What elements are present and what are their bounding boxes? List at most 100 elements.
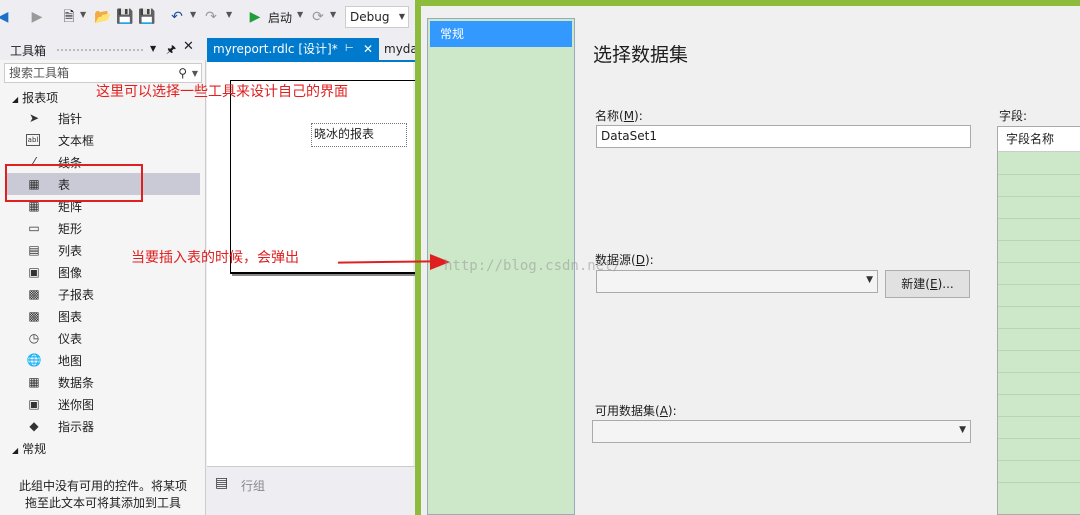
group-general[interactable]: ◢ 常规 (12, 440, 46, 457)
tool-item-pointer[interactable]: ➤ 指针 (6, 107, 200, 129)
start-button-label[interactable]: 启动 (268, 9, 292, 26)
gauge-icon: ◷ (28, 331, 40, 345)
pin-icon[interactable]: ⊢ (345, 38, 354, 60)
close-icon[interactable]: ✕ (183, 39, 194, 54)
back-icon[interactable]: ◀ (0, 8, 12, 26)
new-project-icon[interactable]: 🗎 (60, 8, 78, 26)
chevron-down-icon: ▼ (866, 275, 873, 285)
grouping-pane: ▤ 行组 (207, 466, 415, 515)
list-icon: ▤ (28, 243, 40, 257)
tool-item-chart[interactable]: ▩ 图表 (6, 305, 200, 327)
annotation-note-popup: 当要插入表的时候，会弹出 (131, 250, 299, 266)
tool-label: 列表 (58, 244, 83, 258)
label-suffix: ): (634, 109, 643, 123)
grid-line (998, 306, 1080, 307)
toolbox-search-input[interactable]: 搜索工具箱 ⚲ ▼ (4, 63, 202, 83)
search-icon[interactable]: ⚲ (178, 64, 187, 82)
chevron-down-icon[interactable]: ▼ (226, 10, 232, 19)
group-report-items[interactable]: ◢ 报表项 (12, 89, 58, 106)
fields-table[interactable]: 字段名称 (997, 126, 1080, 515)
empty-message-line: 此组中没有可用的控件。将某项 (18, 479, 187, 493)
tool-label: 指示器 (58, 420, 95, 434)
tool-item-textbox[interactable]: abl 文本框 (6, 129, 200, 151)
chevron-down-icon[interactable]: ▼ (190, 10, 196, 19)
available-datasets-select[interactable]: ▼ (592, 420, 971, 443)
chevron-down-icon[interactable]: ▼ (330, 10, 336, 19)
solution-config-value: Debug (350, 10, 390, 24)
toolbox-panel: 工具箱 ▼ 🖈 ✕ 搜索工具箱 ⚲ ▼ ◢ 报表项 ➤ 指针 abl 文本框 ⁄ … (0, 38, 206, 515)
pin-icon[interactable]: 🖈 (166, 41, 176, 60)
empty-message-line: 拖至此文本可将其添加到工具 (24, 496, 181, 510)
report-title-textbox[interactable]: 晓冰的报表 (311, 123, 407, 147)
play-icon[interactable]: ▶ (246, 8, 264, 26)
tab-second-document[interactable]: myda (379, 38, 415, 60)
tool-label: 地图 (58, 354, 83, 368)
grid-line (998, 460, 1080, 461)
close-icon[interactable]: ✕ (363, 38, 373, 60)
sparkline-icon: ▣ (28, 397, 40, 411)
forward-icon[interactable]: ▶ (28, 8, 46, 26)
grid-line (998, 218, 1080, 219)
tool-item-databar[interactable]: ▦ 数据条 (6, 371, 200, 393)
chevron-down-icon: ▼ (398, 12, 405, 21)
save-icon[interactable]: 💾 (116, 8, 134, 26)
tool-item-map[interactable]: 🌐 地图 (6, 349, 200, 371)
report-body[interactable] (230, 80, 415, 274)
label-text: 可用数据集( (595, 404, 660, 418)
grid-line (998, 372, 1080, 373)
solution-config-select[interactable]: Debug ▼ (345, 6, 409, 28)
drag-handle[interactable] (56, 48, 144, 52)
save-all-icon[interactable]: 💾 (138, 8, 156, 26)
tool-label: 图像 (58, 266, 83, 280)
row-groups-icon: ▤ (215, 475, 229, 491)
new-datasource-button[interactable]: 新建(E)... (885, 270, 970, 298)
group-label: 常规 (22, 442, 47, 456)
datasource-select[interactable]: ▼ (596, 270, 878, 293)
databar-icon: ▦ (28, 375, 40, 389)
access-key: M (623, 109, 635, 123)
tool-label: 仪表 (58, 332, 83, 346)
subreport-icon: ▩ (28, 287, 40, 301)
chart-icon: ▩ (28, 309, 40, 323)
tool-item-rectangle[interactable]: ▭ 矩形 (6, 217, 200, 239)
indicator-icon: ◆ (29, 419, 39, 433)
label-text: 名称( (595, 109, 624, 123)
open-folder-icon[interactable]: 📂 (94, 8, 112, 26)
toolbox-title: 工具箱 (10, 44, 47, 58)
tool-item-gauge[interactable]: ◷ 仪表 (6, 327, 200, 349)
collapse-triangle-icon: ◢ (12, 446, 19, 455)
row-groups-label: 行组 (241, 479, 266, 493)
main-toolbar: ◀ ▶ 🗎 ▼ 📂 💾 💾 ↶ ▼ ↷ ▼ ▶ 启动 ▼ ⟳ ▼ Debug ▼ (0, 0, 415, 34)
tool-item-indicator[interactable]: ◆ 指示器 (6, 415, 200, 437)
refresh-icon[interactable]: ⟳ (309, 8, 327, 26)
available-datasets-label: 可用数据集(A): (595, 402, 677, 419)
access-key: A (659, 404, 668, 418)
collapse-triangle-icon: ◢ (12, 95, 19, 104)
nav-item-general[interactable]: 常规 (430, 21, 572, 47)
name-label: 名称(M): (595, 107, 643, 124)
image-icon: ▣ (28, 265, 40, 279)
dataset-name-input[interactable]: DataSet1 (596, 125, 971, 148)
grid-line (998, 284, 1080, 285)
grid-line (998, 174, 1080, 175)
dropdown-icon[interactable]: ▼ (150, 44, 156, 53)
tab-myreport-design[interactable]: myreport.rdlc [设计]* ⊢ ✕ (207, 38, 379, 60)
tool-item-sparkline[interactable]: ▣ 迷你图 (6, 393, 200, 415)
chevron-down-icon[interactable]: ▼ (80, 10, 86, 19)
redo-icon[interactable]: ↷ (202, 8, 220, 26)
fields-header-name: 字段名称 (998, 127, 1080, 152)
chevron-down-icon[interactable]: ▼ (297, 10, 303, 19)
tool-label: 子报表 (58, 288, 95, 302)
label-suffix: ): (667, 404, 677, 418)
chevron-down-icon: ▼ (959, 425, 966, 435)
tool-label: 指针 (58, 112, 83, 126)
grid-line (998, 350, 1080, 351)
tool-label: 图表 (58, 310, 83, 324)
undo-icon[interactable]: ↶ (168, 8, 186, 26)
grid-line (998, 438, 1080, 439)
grid-line (998, 262, 1080, 263)
tool-item-subreport[interactable]: ▩ 子报表 (6, 283, 200, 305)
grid-line (998, 482, 1080, 483)
tool-label: 迷你图 (58, 398, 95, 412)
dialog-title: 选择数据集 (593, 44, 689, 66)
